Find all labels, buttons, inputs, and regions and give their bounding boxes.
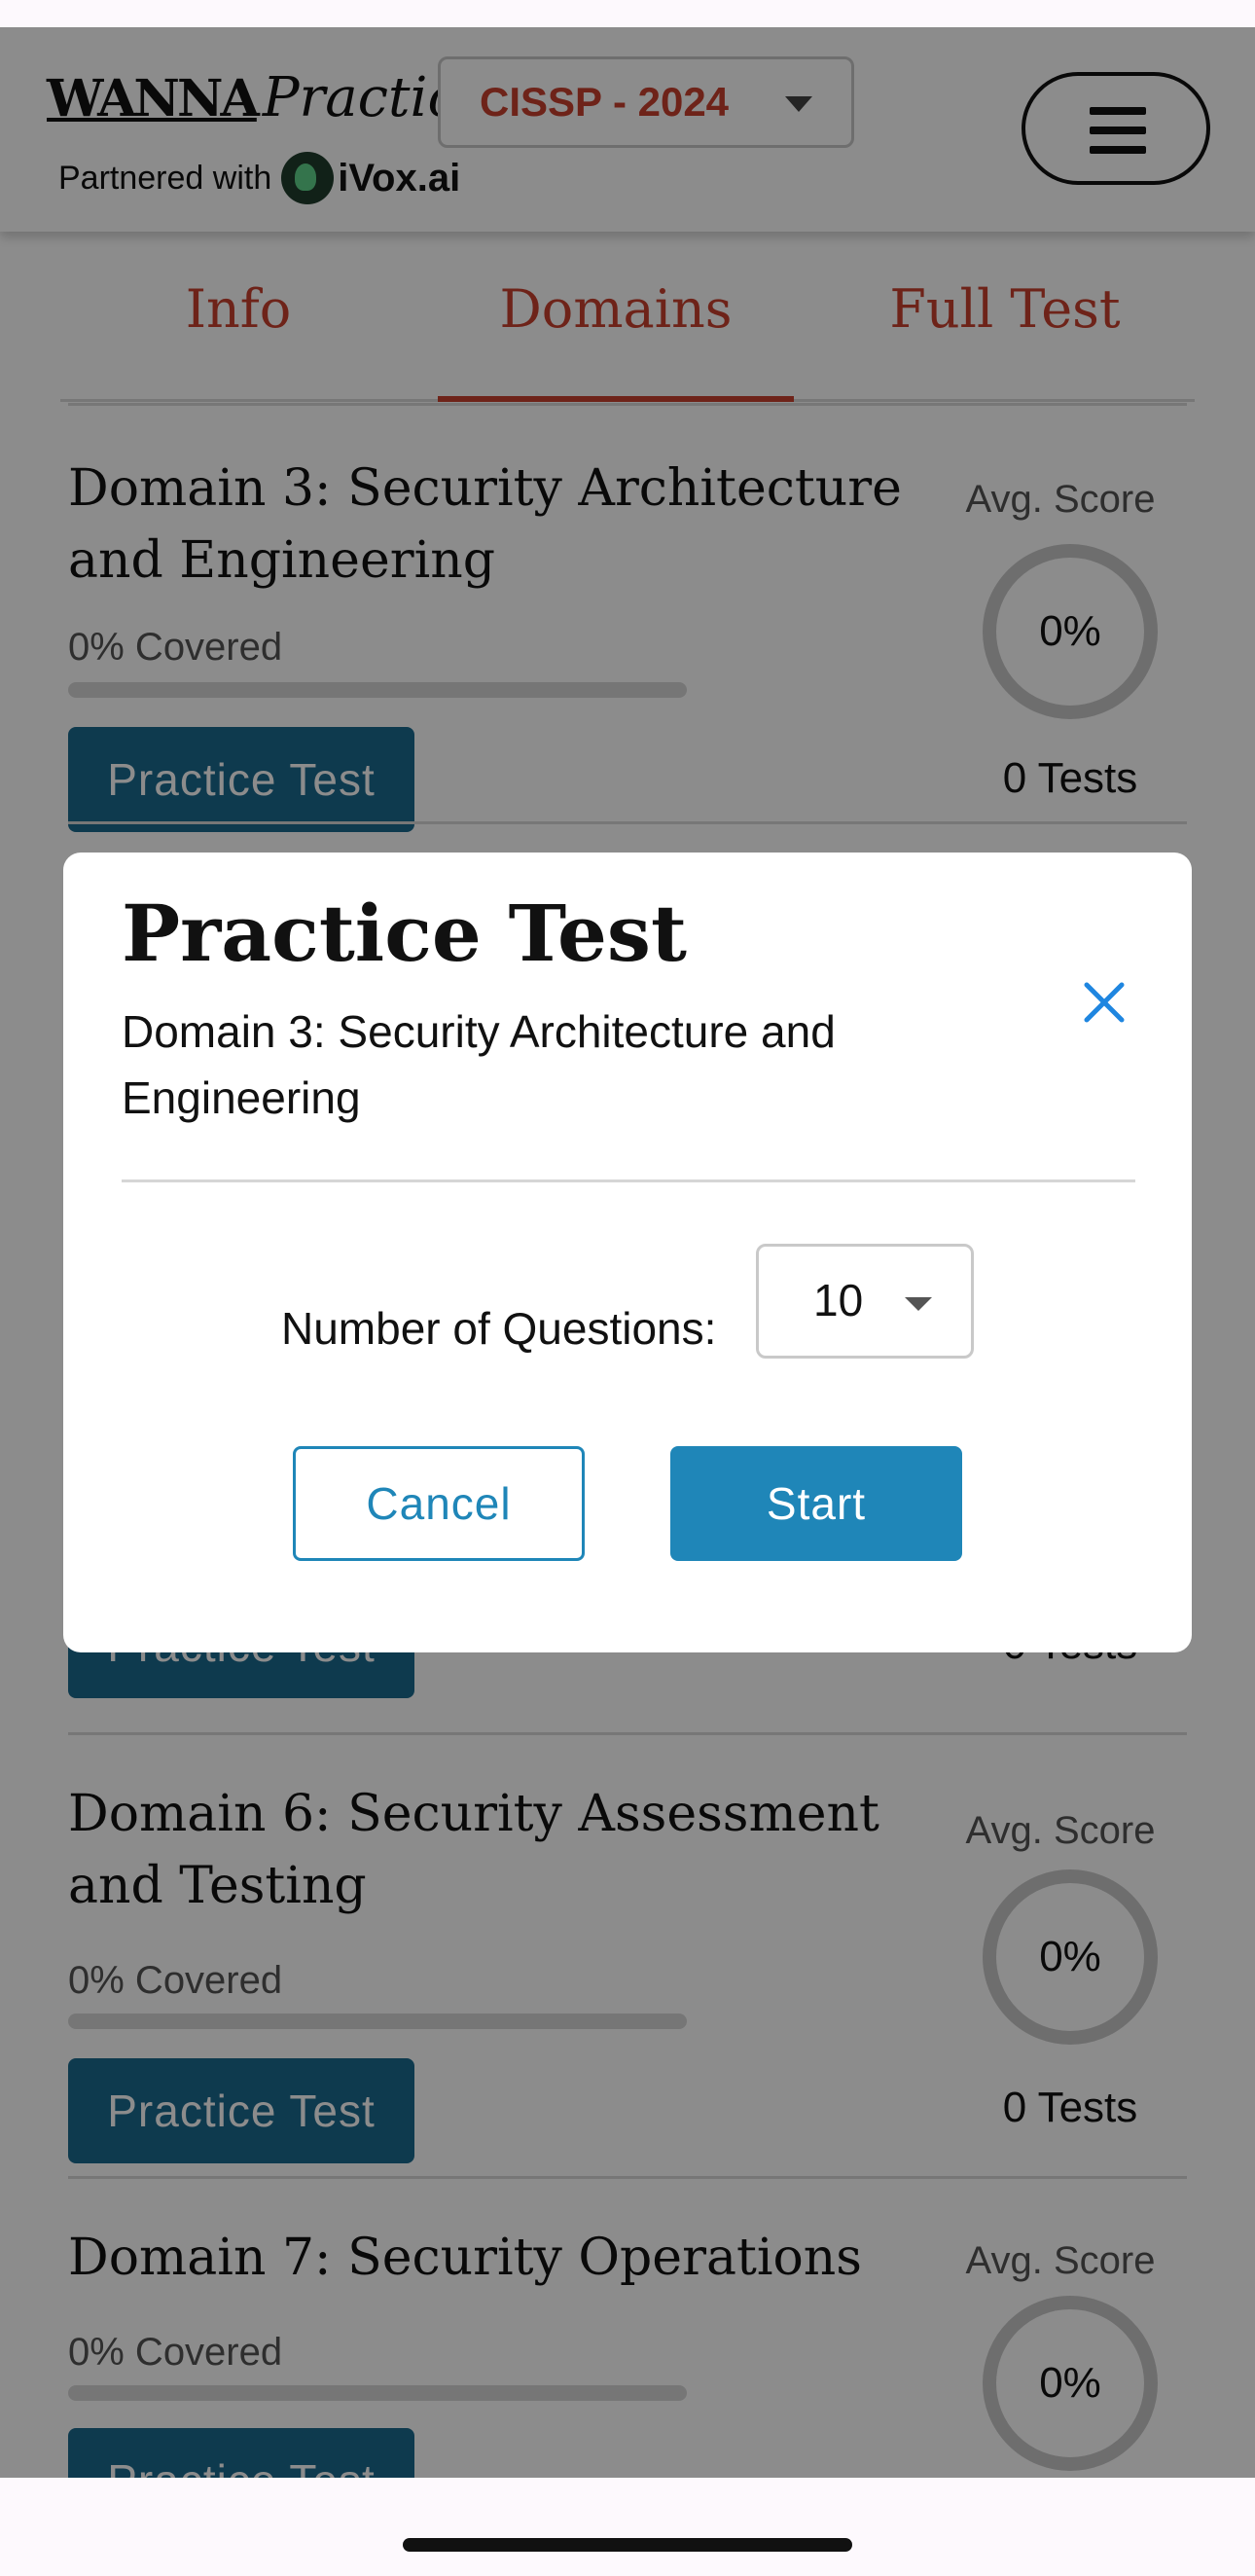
modal-subtitle: Domain 3: Security Architecture and Engi… (122, 1006, 836, 1123)
close-icon (1084, 982, 1125, 1023)
close-button[interactable] (1075, 973, 1133, 1032)
app-page: WANNA Practice Partnered with iVox.ai CIS… (0, 27, 1255, 2478)
home-indicator[interactable] (403, 2538, 852, 2552)
chevron-down-icon (905, 1297, 932, 1311)
num-questions-label: Number of Questions: (281, 1303, 717, 1354)
cancel-button[interactable]: Cancel (293, 1446, 585, 1561)
start-button[interactable]: Start (670, 1446, 962, 1561)
practice-test-modal: Practice Test Domain 3: Security Archite… (63, 853, 1192, 1652)
num-questions-value: 10 (813, 1275, 864, 1325)
modal-divider (122, 1179, 1135, 1182)
modal-title: Practice Test (122, 888, 687, 979)
num-questions-select[interactable]: 10 (756, 1244, 974, 1359)
